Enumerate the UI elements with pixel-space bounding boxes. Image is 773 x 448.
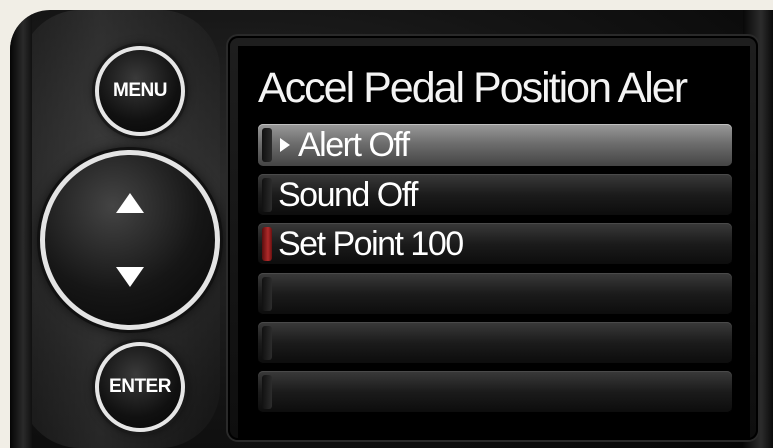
menu-button[interactable]: MENU xyxy=(95,46,185,136)
display-screen: Accel Pedal Position Aler Alert Off Soun… xyxy=(238,46,750,440)
row-label: Sound Off xyxy=(278,176,419,214)
menu-row-empty[interactable] xyxy=(258,273,732,315)
enter-button[interactable]: ENTER xyxy=(95,342,185,432)
device-body: MENU ENTER Accel Pedal Position Aler Ale… xyxy=(10,10,773,448)
menu-button-label: MENU xyxy=(113,80,167,101)
menu-row-alert[interactable]: Alert Off xyxy=(258,124,732,166)
menu-row-set-point[interactable]: Set Point 100 xyxy=(258,223,732,265)
row-marker xyxy=(262,375,272,409)
menu-row-empty[interactable] xyxy=(258,322,732,364)
device-left-edge xyxy=(10,10,32,448)
row-marker xyxy=(262,128,272,162)
arrow-down-icon[interactable] xyxy=(116,267,144,287)
arrow-up-icon[interactable] xyxy=(116,193,144,213)
enter-button-label: ENTER xyxy=(109,376,171,397)
row-label: Set Point 100 xyxy=(278,225,464,263)
row-marker xyxy=(262,178,272,212)
menu-row-sound[interactable]: Sound Off xyxy=(258,174,732,216)
row-marker xyxy=(262,277,272,311)
screen-title: Accel Pedal Position Aler xyxy=(258,64,688,112)
navigation-pad xyxy=(40,150,220,330)
selection-caret-icon xyxy=(280,138,290,152)
row-marker-active xyxy=(262,227,272,261)
menu-row-empty[interactable] xyxy=(258,371,732,413)
row-marker xyxy=(262,326,272,360)
row-label: Alert Off xyxy=(298,126,410,164)
